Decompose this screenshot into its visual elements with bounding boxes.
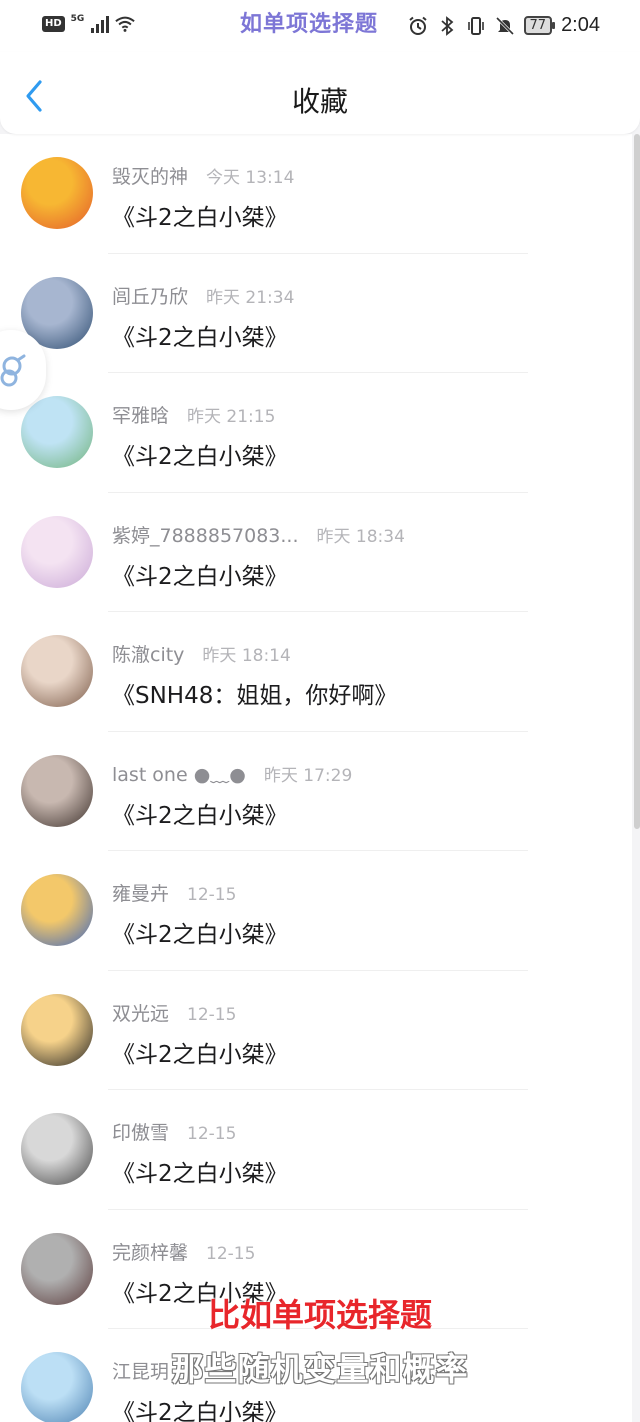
item-meta: last one ●﹏● 昨天 17:29 [112,760,352,787]
item-time: 昨天 17:29 [263,765,353,786]
item-meta: 雍曼卉 12-15 [112,879,236,906]
hd-badge: HD [42,16,65,32]
avatar[interactable] [21,515,93,588]
user-name: last one ●﹏● [112,763,246,786]
header: 收藏 [0,52,640,134]
list-item[interactable]: 双光远 12-15 《斗2之白小桀》 [0,971,632,1090]
list-item[interactable]: 印傲雪 12-15 《斗2之白小桀》 [0,1090,632,1210]
item-meta: 毁灭的神 今天 13:14 [112,162,294,189]
caption-white: 那些随机变量和概率 [171,1350,469,1388]
item-title: 《斗2之白小桀》 [112,324,288,351]
avatar[interactable] [21,1113,93,1185]
list-item[interactable]: 罕雅晗 昨天 21:15 《斗2之白小桀》 [0,373,632,493]
network-type: 5G [70,14,85,24]
avatar[interactable] [21,993,93,1066]
item-meta: 罕雅晗 昨天 21:15 [112,401,275,428]
floating-butterfly-icon [0,354,26,387]
avatar[interactable] [21,874,93,946]
list-item[interactable]: 毁灭的神 今天 13:14 《斗2之白小桀》 [0,134,632,254]
list-item[interactable]: 雍曼卉 12-15 《斗2之白小桀》 [0,851,632,971]
list-item[interactable]: 闾丘乃欣 昨天 21:34 《斗2之白小桀》 [0,254,632,373]
item-meta: 完颜梓馨 12-15 [112,1238,255,1265]
item-title: 《斗2之白小桀》 [112,1041,288,1068]
scrollbar[interactable] [632,134,640,1422]
item-meta: 闾丘乃欣 昨天 21:34 [112,282,294,309]
item-time: 12-15 [187,1124,237,1144]
list-item[interactable]: last one ●﹏● 昨天 17:29 《斗2之白小桀》 [0,732,632,851]
user-name: 印傲雪 [112,1122,170,1144]
item-time: 昨天 18:14 [202,646,291,666]
scroll-thumb[interactable] [634,134,640,829]
item-meta: 陈澈city 昨天 18:14 [112,640,291,667]
avatar[interactable] [21,157,93,229]
status-overlay-caption: 如单项选择题 [240,12,379,37]
item-meta: 双光远 12-15 [112,999,236,1026]
signal-icon [91,15,110,33]
user-name: 紫婷_7888857083... [112,524,299,547]
item-time: 12-15 [206,1243,256,1264]
user-name: 陈澈city [112,644,185,666]
item-title: 《斗2之白小桀》 [112,444,288,470]
item-title: 《斗2之白小桀》 [112,1161,288,1187]
avatar[interactable] [21,635,93,707]
item-meta: 紫婷_7888857083... 昨天 18:34 [112,521,405,548]
item-title: 《斗2之白小桀》 [112,802,288,829]
wifi-icon [115,14,136,34]
user-name: 完颜梓馨 [112,1241,189,1264]
item-title: 《SNH48：姐姐，你好啊》 [112,683,398,709]
status-time: 2:04 [561,14,600,36]
user-name: 雍曼卉 [112,883,170,905]
battery-indicator: 77 [523,16,555,35]
item-time: 昨天 21:15 [187,407,276,427]
item-title: 《斗2之白小桀》 [112,205,288,231]
status-left: HD 5G [42,14,136,34]
item-title: 《斗2之白小桀》 [112,1400,288,1422]
favorites-list: 毁灭的神 今天 13:14 《斗2之白小桀》 闾丘乃欣 昨天 21:34 《斗2之白小桀》… [0,134,632,1422]
user-name: 罕雅晗 [112,405,170,427]
status-right: 77 2:04 [408,14,600,37]
item-time: 昨天 18:34 [316,526,405,547]
caption-red: 比如单项选择题 [207,1296,432,1334]
user-name: 毁灭的神 [112,166,189,188]
alarm-icon [408,16,428,36]
page-title: 收藏 [291,85,348,118]
item-time: 昨天 21:34 [206,287,295,308]
mute-bell-icon [495,16,515,36]
list-item[interactable]: 紫婷_7888857083... 昨天 18:34 《斗2之白小桀》 [0,493,632,612]
user-name: 双光远 [112,1002,170,1025]
avatar[interactable] [21,754,93,827]
item-title: 《斗2之白小桀》 [112,922,288,948]
user-name: 闾丘乃欣 [112,285,189,308]
list-item[interactable]: 陈澈city 昨天 18:14 《SNH48：姐姐，你好啊》 [0,612,632,732]
item-time: 今天 13:14 [206,168,295,188]
item-title: 《斗2之白小桀》 [112,563,288,590]
bluetooth-icon [437,15,457,36]
item-time: 12-15 [187,885,237,905]
item-meta: 印傲雪 12-15 [112,1118,236,1145]
item-time: 12-15 [187,1004,237,1025]
floating-assist-button[interactable] [0,330,46,410]
vibrate-icon [466,16,486,36]
status-bar: HD 5G 如单项选择题 77 2:04 [0,0,640,52]
